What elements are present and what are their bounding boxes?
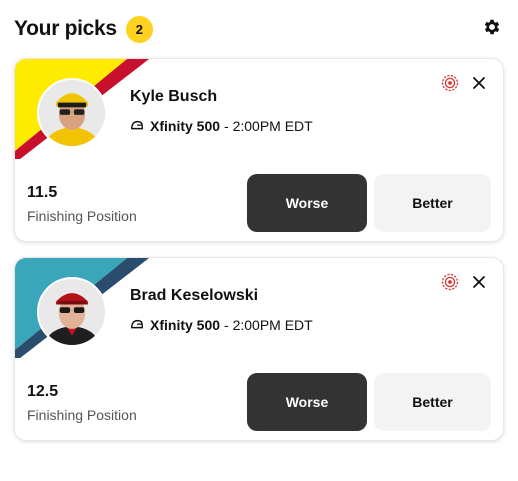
driver-avatar <box>37 277 107 347</box>
driver-name: Brad Keselowski <box>130 287 259 304</box>
stat-label: Finishing Position <box>27 208 137 224</box>
pick-card: Kyle Busch Xfinity 500 - 2:00PM EDT 11.5… <box>14 58 504 242</box>
line-value: 11.5 <box>27 184 58 201</box>
helmet-icon <box>131 319 143 329</box>
close-icon[interactable] <box>471 274 487 290</box>
driver-name: Kyle Busch <box>130 88 218 105</box>
picks-header: Your picks 2 <box>14 12 504 46</box>
worse-button[interactable]: Worse <box>247 174 367 232</box>
worse-button[interactable]: Worse <box>247 373 367 431</box>
race-name: Xfinity 500 <box>150 317 221 333</box>
page-title: Your picks <box>14 17 117 40</box>
race-time: - 2:00PM EDT <box>224 118 313 134</box>
helmet-icon <box>131 120 143 130</box>
close-icon[interactable] <box>471 75 487 91</box>
line-value: 12.5 <box>27 383 59 400</box>
target-icon[interactable] <box>441 273 459 291</box>
driver-avatar <box>37 78 107 148</box>
pick-card: Brad Keselowski Xfinity 500 - 2:00PM EDT… <box>14 257 504 441</box>
picks-count-badge: 2 <box>125 15 153 43</box>
race-name: Xfinity 500 <box>150 118 221 134</box>
better-button[interactable]: Better <box>374 373 491 431</box>
better-button[interactable]: Better <box>374 174 491 232</box>
target-icon[interactable] <box>441 74 459 92</box>
race-info: Xfinity 500 - 2:00PM EDT <box>130 317 313 333</box>
race-time: - 2:00PM EDT <box>224 317 313 333</box>
race-info: Xfinity 500 - 2:00PM EDT <box>130 118 313 134</box>
gear-icon[interactable] <box>482 17 502 37</box>
stat-label: Finishing Position <box>27 407 137 423</box>
